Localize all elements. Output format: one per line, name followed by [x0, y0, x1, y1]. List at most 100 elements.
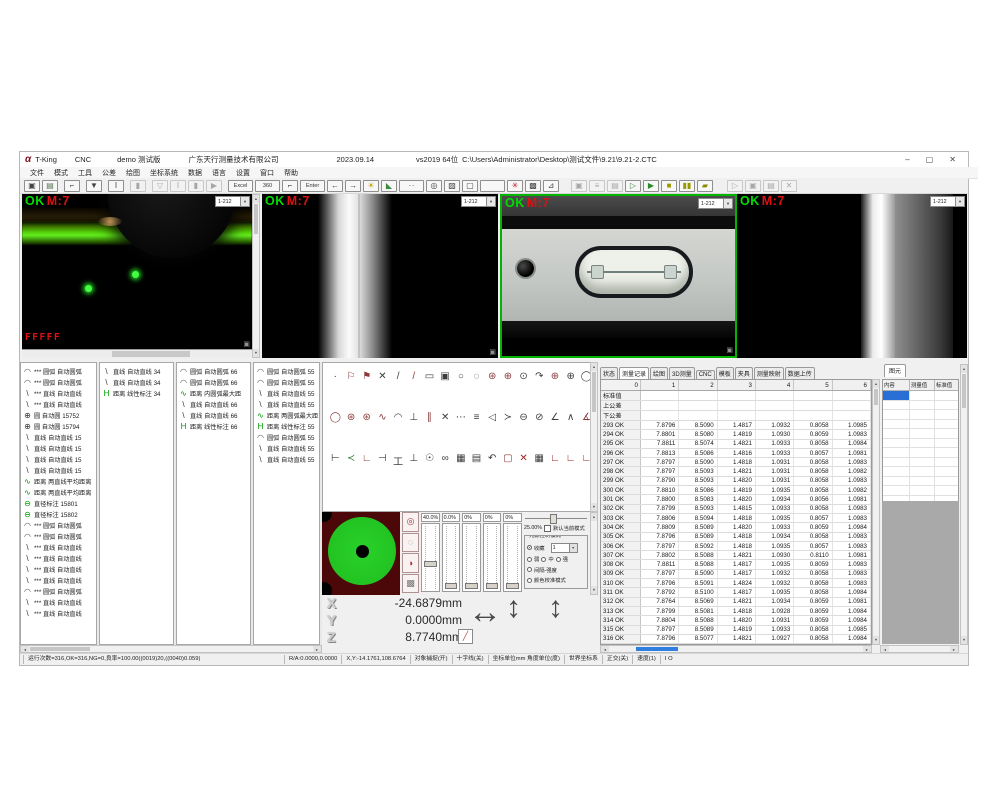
mode-radio[interactable] [527, 557, 532, 562]
table-row[interactable]: 298 OK7.87978.50931.48211.09310.80581.09… [601, 467, 871, 476]
jog-z-icon[interactable]: ↕ [548, 591, 563, 625]
camera4-scale-dropdown[interactable]: 1-212▾ [930, 196, 965, 207]
angle-open-icon[interactable]: ◁ [485, 412, 500, 423]
circle-tool-b-icon[interactable]: ⊕ [563, 371, 578, 382]
ring-light-preview[interactable] [322, 512, 400, 595]
element-row[interactable] [883, 439, 958, 449]
blank-tool-button[interactable] [480, 180, 505, 192]
circle-distance-icon[interactable]: ⊖ [516, 412, 531, 423]
feature-item[interactable]: ◠*** 圆弧 自动圆弧 [21, 520, 96, 531]
curve-icon[interactable]: ∿ [375, 412, 390, 423]
scroll-down-icon[interactable]: ▾ [253, 349, 259, 357]
focus-grid-icon[interactable]: ▣ [438, 371, 453, 382]
laser-cross-button[interactable]: ✳ [507, 180, 523, 192]
table-row[interactable]: 306 OK7.87978.50921.48181.09350.80571.09… [601, 542, 871, 551]
open-file-button[interactable]: ▤ [42, 180, 58, 192]
feature-item[interactable]: \*** 直线 自动直线 [21, 388, 96, 399]
feature-item[interactable]: \直线 自动直线 66 [177, 410, 250, 421]
cross-point-icon[interactable]: ✕ [375, 371, 390, 382]
angle-icon[interactable]: ∠ [548, 412, 563, 423]
tab-3[interactable]: 绘图 [650, 367, 668, 379]
menu-item-11[interactable]: 帮助 [284, 168, 298, 178]
arc-scan-icon[interactable]: ◠ [391, 412, 406, 423]
title-bar[interactable]: α T-King CNC demo 测试版 广东天行测量技术有限公司 2023.… [20, 152, 968, 167]
circle-icon[interactable]: ○ [454, 371, 469, 382]
pick-region-icon[interactable]: ⚑ [359, 371, 374, 382]
menu-item-9[interactable]: 设置 [236, 168, 250, 178]
table-row[interactable]: 293 OK7.87968.50901.48171.09320.80581.09… [601, 421, 871, 430]
toolbox-vscrollbar[interactable]: ▴ ▾ [590, 362, 598, 512]
tab-4[interactable]: 3D测量 [669, 367, 695, 379]
excel-export-button[interactable]: Excel [228, 180, 253, 192]
tab-2[interactable]: 测量记录 [619, 367, 649, 379]
intersect-icon[interactable]: ✕ [438, 412, 453, 423]
copy-element-icon[interactable]: ▤ [469, 453, 484, 468]
feature-item[interactable]: ∿距离 两圆弧最大距 [254, 410, 319, 421]
feature-item[interactable]: \直线 自动直线 66 [177, 399, 250, 410]
feature-item[interactable]: ◠*** 圆弧 自动圆弧 [21, 586, 96, 597]
delete-icon[interactable]: ✕ [516, 453, 531, 468]
feature-item[interactable]: H距离 线性标注 55 [254, 421, 319, 432]
feature-item[interactable]: \直线 自动直线 34 [100, 366, 173, 377]
menu-item-10[interactable]: 窗口 [260, 168, 274, 178]
camera1-hscrollbar[interactable] [22, 349, 252, 358]
pick-point-icon[interactable]: ⚐ [344, 371, 359, 382]
scroll-up-icon[interactable]: ▴ [591, 513, 597, 521]
camera1-vscrollbar[interactable]: ▴ ▾ [252, 194, 260, 358]
light-slider-track[interactable] [483, 523, 502, 592]
point-set-icon[interactable]: ⋯ [454, 412, 469, 423]
camera3-scale-dropdown[interactable]: 1-212▾ [698, 198, 733, 209]
feature-item[interactable]: ⊖直径标注 15802 [21, 509, 96, 520]
base-distance-icon[interactable]: ⊥ [406, 453, 421, 468]
table-row[interactable]: 309 OK7.87978.50901.48171.09320.80581.09… [601, 570, 871, 579]
angle-l1-icon[interactable]: ∟ [548, 453, 563, 468]
jog-xy-vertical-icon[interactable]: ↕ [506, 591, 521, 625]
feature-item[interactable]: \直线 自动直线 15 [21, 465, 96, 476]
zoom-tool-button[interactable]: ◎ [426, 180, 442, 192]
element-column-header[interactable]: 内容 [883, 380, 910, 390]
scroll-thumb[interactable] [962, 374, 966, 408]
scroll-left-icon[interactable]: ◂ [601, 646, 609, 652]
camera-view-1[interactable]: OKM:7 1-212▾ FFFFF ▣ [22, 194, 252, 358]
column-header[interactable]: 3 [718, 380, 756, 390]
ring-segments-button[interactable]: ◌ [402, 533, 419, 553]
save-disabled-button[interactable]: ▣ [745, 180, 761, 192]
tool-disabled-2-button[interactable]: ▮ [188, 180, 204, 192]
run-continuous-button[interactable]: ▶ [643, 180, 659, 192]
scroll-up-icon[interactable]: ▴ [873, 380, 879, 388]
circle-tangent-icon[interactable]: ⊘ [532, 412, 547, 423]
feature-item[interactable]: \*** 直线 自动直线 [21, 608, 96, 619]
feature-item[interactable]: ◠*** 圆弧 自动圆弧 [21, 366, 96, 377]
nav-forward-button[interactable]: → [345, 180, 361, 192]
mode-radio[interactable] [527, 578, 532, 583]
element-row[interactable] [883, 401, 958, 411]
beam-width-icon[interactable]: 工 [391, 453, 406, 468]
menu-item-8[interactable]: 语言 [212, 168, 226, 178]
table-row[interactable]: 313 OK7.87998.50811.48181.09280.80591.09… [601, 607, 871, 616]
scroll-left-icon[interactable]: ◂ [21, 646, 29, 652]
scroll-left-icon[interactable]: ◂ [881, 646, 889, 652]
minimize-button[interactable]: – [905, 155, 909, 164]
light-slider-track[interactable] [462, 523, 481, 592]
table-row[interactable]: 302 OK7.87998.50931.48151.09330.80581.09… [601, 505, 871, 514]
view-360-button[interactable]: 360 [255, 180, 280, 192]
hatch-block-button[interactable]: ▨ [444, 180, 460, 192]
feature-item[interactable]: ⊕圆 自动圆 15794 [21, 421, 96, 432]
open-run-button[interactable]: ▤ [607, 180, 623, 192]
arc-icon[interactable]: ↷ [532, 371, 547, 382]
scroll-thumb[interactable] [112, 351, 190, 357]
light-slider-track[interactable] [503, 523, 522, 592]
dither-block-button[interactable]: ▩ [525, 180, 541, 192]
ring-all-button[interactable]: ▩ [402, 574, 419, 594]
save-file-button[interactable]: ▣ [24, 180, 40, 192]
feature-item[interactable]: \直线 自动直线 15 [21, 443, 96, 454]
move-tool-button[interactable]: ▶ [206, 180, 222, 192]
table-row[interactable]: 312 OK7.87648.50691.48211.09340.80591.09… [601, 598, 871, 607]
nav-back-button[interactable]: ← [327, 180, 343, 192]
circle-cross-icon[interactable]: ⊕ [501, 371, 516, 382]
table-row[interactable]: 299 OK7.87908.50931.48201.09310.80581.09… [601, 477, 871, 486]
feature-item[interactable]: \*** 直线 自动直线 [21, 399, 96, 410]
scroll-thumb[interactable] [254, 204, 258, 234]
scroll-right-icon[interactable]: ▸ [313, 646, 321, 652]
panel-vscrollbar[interactable]: ▴ ▾ [960, 364, 968, 645]
